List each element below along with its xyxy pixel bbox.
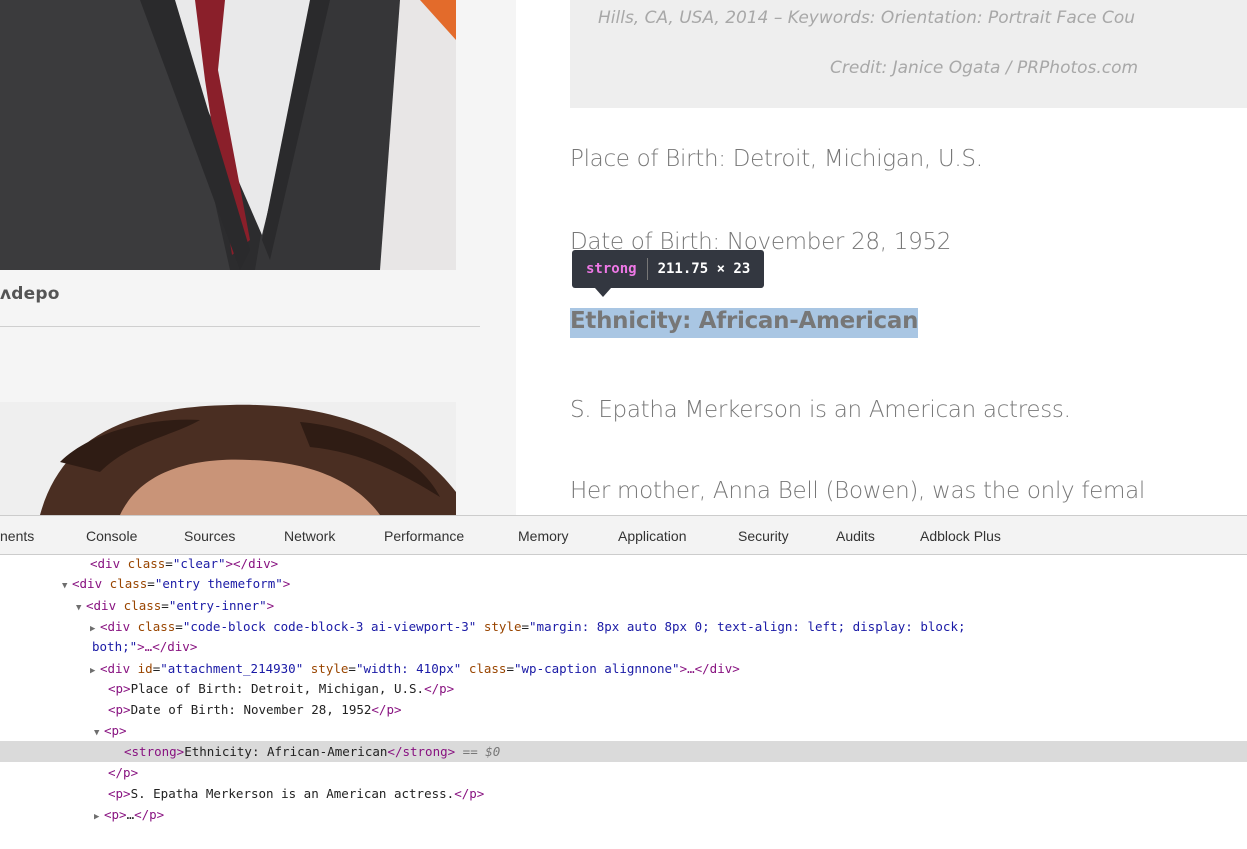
dom-node-clear-div[interactable]: <div class="clear"></div> — [0, 555, 1247, 574]
paragraph-place-of-birth: Place of Birth: Detroit, Michigan, U.S. — [570, 146, 983, 172]
dom-node-attachment[interactable]: ▶ <div id="attachment_214930" style="widt… — [0, 658, 1247, 679]
selected-node-marker: == $0 — [455, 744, 501, 759]
paragraph-ethnicity: Ethnicity: African-American — [570, 308, 918, 338]
tab-console[interactable]: Console — [86, 516, 137, 554]
tooltip-tag-name: strong — [586, 261, 637, 277]
suit-photo-illustration — [0, 0, 456, 270]
sidebar-photo-bottom[interactable] — [0, 402, 456, 515]
tab-network[interactable]: Network — [284, 516, 335, 554]
paragraph-about: S. Epatha Merkerson is an American actre… — [570, 397, 1071, 423]
expanded-triangle-icon[interactable]: ▼ — [62, 576, 72, 597]
sidebar-divider — [0, 326, 480, 327]
dom-node-p-close[interactable]: </p> — [0, 762, 1247, 783]
dom-node-p-place[interactable]: <p>Place of Birth: Detroit, Michigan, U.… — [0, 678, 1247, 699]
hair-photo-illustration — [0, 402, 456, 515]
highlighted-strong-element[interactable]: Ethnicity: African-American — [570, 308, 918, 338]
caption-credit-text: Credit: Janice Ogata / PRPhotos.com — [830, 58, 1139, 78]
sidebar-photo-caption: ʌdepo — [0, 284, 60, 304]
dom-tree: <div class="clear"></div> ▼ <div class="e… — [0, 555, 1247, 849]
dom-node-p-collapsed[interactable]: ▶ <p>…</p> — [0, 804, 1247, 825]
tab-adblock-plus[interactable]: Adblock Plus — [920, 516, 1001, 554]
tab-performance[interactable]: Performance — [384, 516, 464, 554]
dom-node-p-ethnicity[interactable]: ▼ <p> — [0, 720, 1247, 741]
dom-node-strong-selected[interactable]: <strong>Ethnicity: African-American</str… — [0, 741, 1247, 762]
dom-node-entry-themeform[interactable]: ▼ <div class="entry themeform"> — [0, 573, 1247, 594]
tab-audits[interactable]: Audits — [836, 516, 875, 554]
tooltip-dimensions: 211.75 × 23 — [657, 261, 751, 277]
tooltip-separator — [646, 258, 648, 280]
tab-security[interactable]: Security — [738, 516, 789, 554]
sidebar-photo-top[interactable] — [0, 0, 456, 270]
tooltip-arrow — [595, 288, 611, 297]
dom-node-p-date[interactable]: <p>Date of Birth: November 28, 1952</p> — [0, 699, 1247, 720]
sidebar: ʌdepo — [0, 0, 516, 515]
caption-keywords-text: Hills, CA, USA, 2014 – Keywords: Orienta… — [598, 8, 1135, 28]
devtools-tab-bar: nents Console Sources Network Performanc… — [0, 516, 1247, 555]
wp-caption-box: Hills, CA, USA, 2014 – Keywords: Orienta… — [570, 0, 1247, 108]
devtools-panel: nents Console Sources Network Performanc… — [0, 515, 1247, 849]
dom-node-code-block-cont[interactable]: both;">…</div> — [0, 636, 1247, 657]
dom-node-p-about[interactable]: <p>S. Epatha Merkerson is an American ac… — [0, 783, 1247, 804]
dom-node-code-block[interactable]: ▶ <div class="code-block code-block-3 ai-… — [0, 616, 1247, 637]
tab-sources[interactable]: Sources — [184, 516, 235, 554]
tab-application[interactable]: Application — [618, 516, 687, 554]
tab-elements[interactable]: nents — [0, 516, 34, 554]
tab-memory[interactable]: Memory — [518, 516, 569, 554]
inspector-element-tooltip: strong 211.75 × 23 — [572, 250, 765, 288]
collapsed-triangle-icon[interactable]: ▶ — [94, 807, 104, 828]
dom-node-entry-inner[interactable]: ▼ <div class="entry-inner"> — [0, 595, 1247, 616]
paragraph-mother: Her mother, Anna Bell (Bowen), was the o… — [570, 478, 1146, 504]
